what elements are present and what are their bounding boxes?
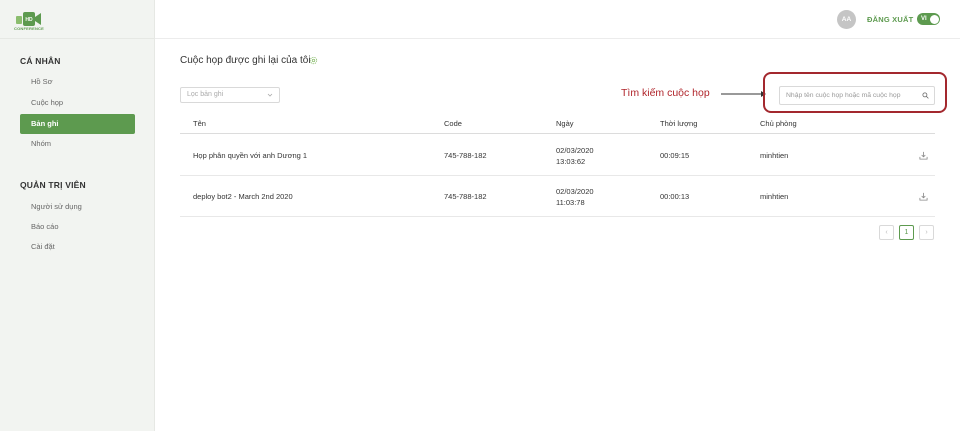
recording-name: Họp phân quyền với anh Dương 1 bbox=[193, 151, 308, 160]
column-header-code: Code bbox=[444, 119, 462, 128]
recording-host: minhtien bbox=[760, 151, 789, 160]
sidebar-item-users[interactable]: Người sử dụng bbox=[20, 197, 135, 217]
top-header: AA ĐĂNG XUẤT VI bbox=[155, 0, 960, 39]
recording-date: 02/03/2020 bbox=[556, 146, 594, 155]
pagination-page-1[interactable]: 1 bbox=[899, 225, 914, 240]
search-input[interactable] bbox=[780, 87, 918, 104]
download-icon[interactable] bbox=[919, 151, 928, 160]
row-divider bbox=[180, 216, 935, 217]
recording-time: 11:03:78 bbox=[556, 198, 585, 207]
section-title-personal: CÁ NHÂN bbox=[20, 56, 61, 66]
sidebar-item-recordings[interactable]: Bản ghi bbox=[20, 114, 135, 134]
search-box[interactable] bbox=[779, 86, 935, 105]
row-divider bbox=[180, 175, 935, 176]
sidebar-item-profile[interactable]: Hồ Sơ bbox=[20, 72, 135, 92]
sidebar-item-meetings[interactable]: Cuộc họp bbox=[20, 93, 135, 113]
filter-placeholder: Lọc bản ghi bbox=[187, 91, 224, 98]
recording-duration: 00:00:13 bbox=[660, 192, 690, 201]
section-title-admin: QUẢN TRỊ VIÊN bbox=[20, 180, 86, 190]
recording-filter-select[interactable]: Lọc bản ghi bbox=[180, 87, 280, 103]
table-header-divider bbox=[180, 133, 935, 134]
recording-code: 745-788-182 bbox=[444, 192, 487, 201]
column-header-host: Chủ phòng bbox=[760, 119, 797, 128]
recording-name: deploy bot2 - March 2nd 2020 bbox=[193, 192, 293, 201]
language-toggle[interactable]: VI bbox=[917, 13, 940, 25]
logo-text: CONFERENCE bbox=[14, 26, 45, 31]
sidebar: HD CONFERENCE CÁ NHÂN Hồ Sơ Cuộc họp Bản… bbox=[0, 0, 155, 431]
logout-button[interactable]: ĐĂNG XUẤT bbox=[867, 15, 913, 24]
sidebar-item-settings[interactable]: Cài đặt bbox=[20, 237, 135, 257]
page-title: Cuộc họp được ghi lại của tôi bbox=[180, 55, 311, 66]
toggle-knob bbox=[929, 14, 939, 24]
recording-time: 13:03:62 bbox=[556, 157, 586, 166]
pagination-next-button[interactable]: › bbox=[919, 225, 934, 240]
settings-icon[interactable] bbox=[309, 56, 318, 65]
search-icon[interactable] bbox=[922, 92, 929, 99]
sidebar-divider bbox=[0, 38, 155, 39]
svg-text:HD: HD bbox=[25, 17, 33, 23]
pagination-prev-button[interactable]: ‹ bbox=[879, 225, 894, 240]
chevron-down-icon bbox=[267, 93, 273, 97]
recording-duration: 00:09:15 bbox=[660, 151, 690, 160]
arrow-annotation-icon bbox=[721, 91, 766, 97]
sidebar-item-groups[interactable]: Nhóm bbox=[20, 134, 135, 154]
column-header-duration: Thời lượng bbox=[660, 119, 698, 128]
recording-host: minhtien bbox=[760, 192, 789, 201]
recording-date: 02/03/2020 bbox=[556, 187, 594, 196]
language-toggle-label: VI bbox=[921, 16, 927, 22]
annotation-label: Tìm kiếm cuộc họp bbox=[621, 87, 710, 99]
download-icon[interactable] bbox=[919, 192, 928, 201]
column-header-date: Ngày bbox=[556, 119, 574, 128]
avatar[interactable]: AA bbox=[837, 10, 856, 29]
recording-code: 745-788-182 bbox=[444, 151, 487, 160]
sidebar-item-reports[interactable]: Báo cáo bbox=[20, 217, 135, 237]
column-header-name: Tên bbox=[193, 119, 206, 128]
